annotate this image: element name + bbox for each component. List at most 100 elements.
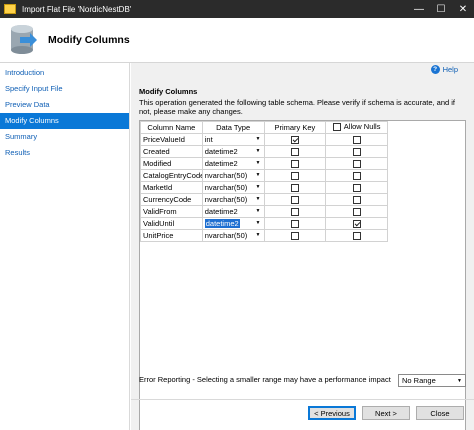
allow-nulls-cell (325, 132, 388, 146)
wizard-steps: Introduction Specify Input File Preview … (0, 63, 130, 430)
help-link[interactable]: ? Help (430, 65, 458, 74)
primary-key-cell (263, 156, 327, 170)
chevron-down-icon: ▼ (255, 172, 261, 178)
allow-nulls-checkbox[interactable] (352, 159, 361, 168)
close-button[interactable]: Close (416, 406, 464, 420)
table-row[interactable]: CurrencyCode nvarchar(50) ▼ (140, 192, 388, 206)
chevron-down-icon: ▼ (255, 220, 261, 226)
chevron-down-icon: ▼ (255, 184, 261, 190)
allow-nulls-cell (325, 156, 388, 170)
previous-button[interactable]: < Previous (308, 406, 356, 420)
allow-nulls-cell (325, 144, 388, 158)
step-modify-columns[interactable]: Modify Columns (0, 113, 129, 129)
data-type-dropdown[interactable]: nvarchar(50) ▼ (201, 192, 265, 206)
allow-nulls-cell (325, 204, 388, 218)
header-allow-nulls: Allow Nulls (325, 121, 388, 134)
allow-nulls-cell (325, 168, 388, 182)
allow-nulls-checkbox[interactable] (352, 171, 361, 180)
data-type-dropdown[interactable]: nvarchar(50) ▼ (201, 228, 265, 242)
allow-nulls-cell (325, 192, 388, 206)
primary-key-checkbox[interactable] (290, 135, 299, 144)
primary-key-checkbox[interactable] (290, 219, 299, 228)
allow-nulls-checkbox[interactable] (352, 183, 361, 192)
data-type-dropdown[interactable]: datetime2 ▼ (201, 216, 265, 230)
primary-key-cell (263, 168, 327, 182)
data-type-value: datetime2 (204, 206, 238, 216)
step-preview-data[interactable]: Preview Data (0, 97, 129, 113)
table-row[interactable]: ValidFrom datetime2 ▼ (140, 204, 388, 218)
primary-key-checkbox[interactable] (290, 183, 299, 192)
data-type-value: nvarchar(50) (204, 230, 248, 240)
allow-nulls-checkbox[interactable] (352, 147, 361, 156)
table-row[interactable]: MarketId nvarchar(50) ▼ (140, 180, 388, 194)
allow-nulls-cell (325, 216, 388, 230)
section-title: Modify Columns (139, 87, 198, 96)
allow-nulls-checkbox[interactable] (352, 207, 361, 216)
maximize-button[interactable]: ☐ (430, 0, 452, 18)
window-title: Import Flat File 'NordicNestDB' (22, 4, 132, 14)
step-summary[interactable]: Summary (0, 129, 129, 145)
minimize-button[interactable]: — (408, 0, 430, 18)
error-reporting-select[interactable]: No Range ▼ (398, 374, 466, 387)
table-row[interactable]: Modified datetime2 ▼ (140, 156, 388, 170)
allow-nulls-all-checkbox[interactable] (332, 122, 341, 131)
data-type-value: datetime2 (204, 158, 238, 168)
data-type-value: int (204, 134, 213, 144)
table-header-row: Column Name Data Type Primary Key Allow … (140, 121, 388, 134)
data-type-dropdown[interactable]: datetime2 ▼ (201, 144, 265, 158)
next-button[interactable]: Next > (362, 406, 410, 420)
table-row[interactable]: CatalogEntryCode nvarchar(50) ▼ (140, 168, 388, 182)
data-type-dropdown[interactable]: nvarchar(50) ▼ (201, 180, 265, 194)
column-name-cell[interactable]: MarketId (140, 180, 203, 194)
column-name-cell[interactable]: UnitPrice (140, 228, 203, 242)
header-data-type: Data Type (201, 121, 265, 134)
primary-key-cell (263, 144, 327, 158)
primary-key-cell (263, 228, 327, 242)
column-name-cell[interactable]: ValidUntil (140, 216, 203, 230)
data-type-dropdown[interactable]: datetime2 ▼ (201, 204, 265, 218)
column-name-cell[interactable]: ValidFrom (140, 204, 203, 218)
page-title: Modify Columns (48, 34, 130, 46)
data-type-dropdown[interactable]: nvarchar(50) ▼ (201, 168, 265, 182)
chevron-down-icon: ▼ (255, 136, 261, 142)
data-type-value: nvarchar(50) (204, 170, 248, 180)
step-results[interactable]: Results (0, 145, 129, 161)
close-window-button[interactable]: ✕ (452, 0, 474, 18)
table-row[interactable]: ValidUntil datetime2 ▼ (140, 216, 388, 230)
column-name-cell[interactable]: Created (140, 144, 203, 158)
allow-nulls-checkbox[interactable] (352, 231, 361, 240)
data-type-dropdown[interactable]: int ▼ (201, 132, 265, 146)
column-name-cell[interactable]: PriceValueId (140, 132, 203, 146)
schema-table: Column Name Data Type Primary Key Allow … (140, 121, 388, 242)
primary-key-cell (263, 180, 327, 194)
step-specify-input-file[interactable]: Specify Input File (0, 81, 129, 97)
primary-key-checkbox[interactable] (290, 231, 299, 240)
primary-key-checkbox[interactable] (290, 159, 299, 168)
allow-nulls-checkbox[interactable] (352, 135, 361, 144)
footer-divider (131, 399, 474, 400)
data-type-dropdown[interactable]: datetime2 ▼ (201, 156, 265, 170)
column-name-cell[interactable]: CatalogEntryCode (140, 168, 203, 182)
table-row[interactable]: PriceValueId int ▼ (140, 132, 388, 146)
primary-key-checkbox[interactable] (290, 207, 299, 216)
app-icon (4, 4, 16, 14)
schema-rows: PriceValueId int ▼ Created datetime2 ▼ Modifie… (140, 132, 388, 242)
data-type-value: nvarchar(50) (204, 182, 248, 192)
chevron-down-icon: ▼ (457, 377, 462, 384)
step-introduction[interactable]: Introduction (0, 65, 129, 81)
primary-key-checkbox[interactable] (290, 147, 299, 156)
header-primary-key: Primary Key (263, 121, 327, 134)
primary-key-checkbox[interactable] (290, 195, 299, 204)
primary-key-cell (263, 216, 327, 230)
error-reporting-label: Error Reporting - Selecting a smaller ra… (139, 375, 391, 384)
database-import-icon (11, 25, 37, 54)
table-row[interactable]: UnitPrice nvarchar(50) ▼ (140, 228, 388, 242)
primary-key-cell (263, 132, 327, 146)
allow-nulls-checkbox[interactable] (352, 195, 361, 204)
column-name-cell[interactable]: CurrencyCode (140, 192, 203, 206)
allow-nulls-checkbox[interactable] (352, 219, 361, 228)
table-row[interactable]: Created datetime2 ▼ (140, 144, 388, 158)
column-name-cell[interactable]: Modified (140, 156, 203, 170)
primary-key-checkbox[interactable] (290, 171, 299, 180)
help-label: Help (442, 65, 458, 74)
